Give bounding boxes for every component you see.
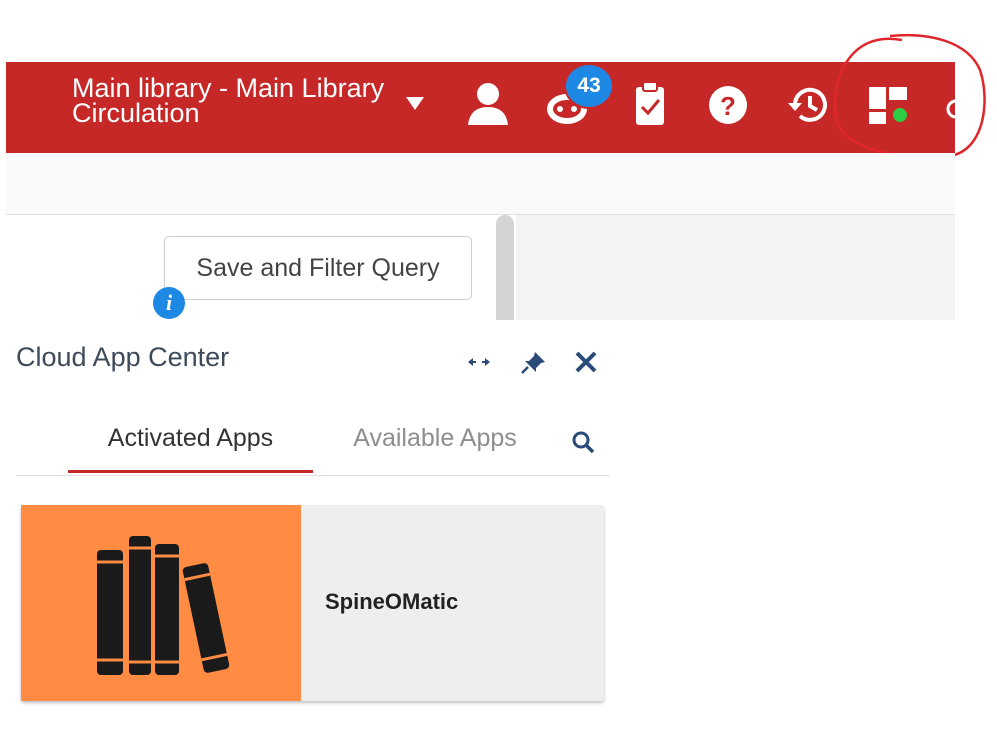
search-icon[interactable]	[570, 428, 598, 456]
more-icon[interactable]	[946, 79, 955, 129]
tabs-divider	[16, 475, 610, 476]
chevron-down-icon	[406, 97, 424, 110]
svg-text:?: ?	[720, 91, 736, 121]
content-panel	[516, 215, 955, 320]
panel-resize-handle[interactable]	[496, 215, 514, 320]
books-icon	[97, 536, 230, 675]
history-icon[interactable]	[786, 79, 830, 129]
app-card-spineomatic[interactable]: SpineOMatic	[21, 505, 604, 701]
cloud-app-center-title: Cloud App Center	[16, 342, 230, 372]
info-icon[interactable]: i	[153, 287, 185, 319]
user-icon[interactable]	[466, 79, 510, 129]
app-thumbnail	[21, 505, 301, 701]
close-icon[interactable]	[571, 348, 601, 376]
save-filter-query-button[interactable]: Save and Filter Query	[164, 236, 472, 300]
app-name: SpineOMatic	[325, 589, 459, 614]
tab-available-apps[interactable]: Available Apps	[330, 420, 540, 470]
notification-count-badge: 43	[564, 63, 614, 109]
secondary-toolbar	[6, 153, 955, 215]
cloud-apps-icon[interactable]	[866, 79, 910, 129]
clipboard-check-icon[interactable]	[628, 79, 672, 129]
desk-name: Circulation	[72, 98, 200, 128]
pin-icon[interactable]	[519, 348, 549, 376]
expand-horizontal-icon[interactable]	[464, 348, 494, 376]
library-selector[interactable]: Main library - Main Library Circulation	[72, 75, 424, 128]
tab-activated-apps[interactable]: Activated Apps	[68, 420, 313, 473]
help-icon[interactable]: ?	[706, 79, 750, 129]
top-header-bar: Main library - Main Library Circulation …	[6, 62, 955, 153]
